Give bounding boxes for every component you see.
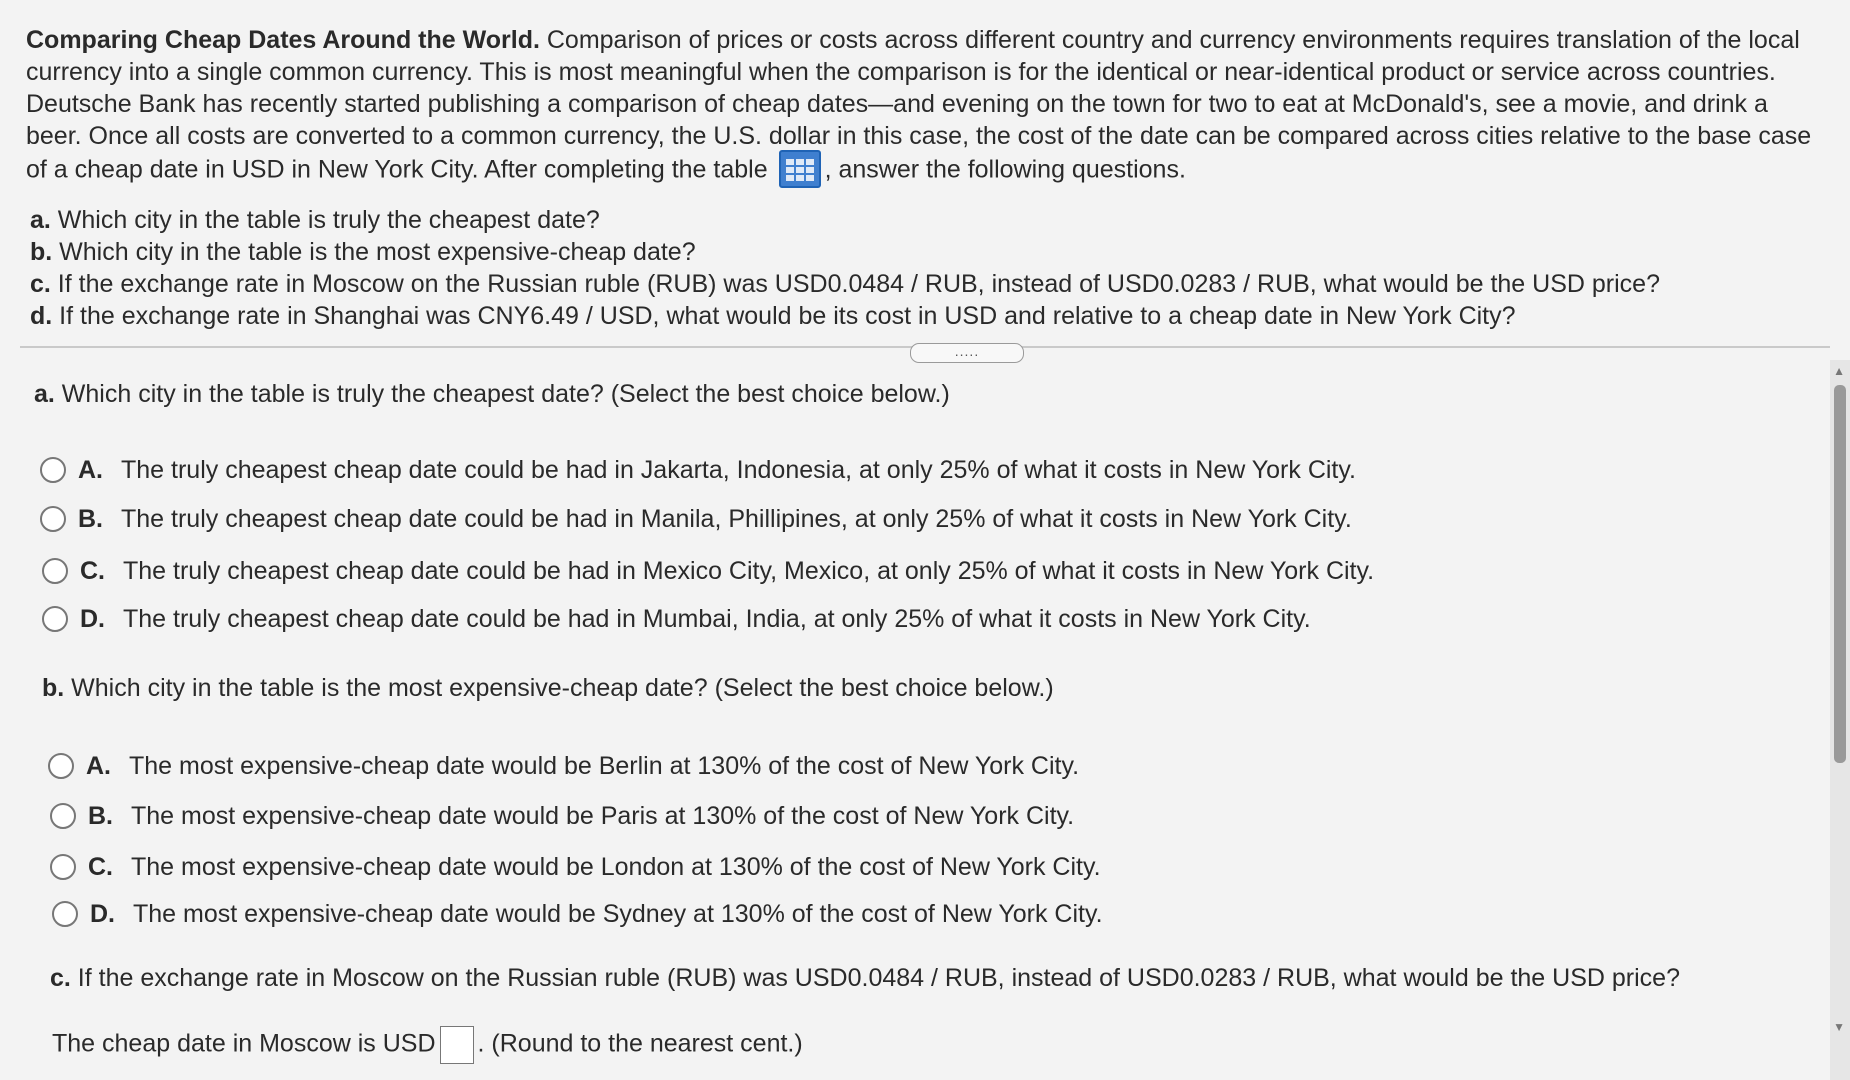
radio-button[interactable] — [42, 558, 68, 584]
radio-button[interactable] — [50, 854, 76, 880]
part-a-option-a[interactable]: A. The truly cheapest cheap date could b… — [40, 454, 1356, 486]
part-a-option-c[interactable]: C. The truly cheapest cheap date could b… — [42, 555, 1374, 587]
part-c-question: c. If the exchange rate in Moscow on the… — [50, 964, 1680, 992]
part-b-question: b. Which city in the table is the most e… — [42, 674, 1054, 702]
part-a-option-b[interactable]: B. The truly cheapest cheap date could b… — [40, 503, 1352, 535]
radio-button[interactable] — [50, 803, 76, 829]
part-a-option-d[interactable]: D. The truly cheapest cheap date could b… — [42, 603, 1311, 635]
scroll-down-arrow-icon[interactable]: ▼ — [1833, 1020, 1845, 1034]
part-a-question: a. Which city in the table is truly the … — [34, 380, 950, 408]
scroll-up-arrow-icon[interactable]: ▲ — [1833, 364, 1845, 378]
problem-text-end: , answer the following questions. — [824, 155, 1186, 184]
table-icon[interactable] — [778, 150, 821, 188]
part-b-option-d[interactable]: D. The most expensive-cheap date would b… — [52, 898, 1103, 930]
radio-button[interactable] — [48, 753, 74, 779]
moscow-usd-answer-input[interactable] — [439, 1026, 474, 1064]
problem-title: Comparing Cheap Dates Around the World. — [26, 26, 540, 54]
scrollbar-thumb[interactable] — [1834, 385, 1846, 763]
problem-intro: Comparing Cheap Dates Around the World. … — [26, 24, 1826, 190]
part-b-option-b[interactable]: B. The most expensive-cheap date would b… — [50, 800, 1074, 832]
question-item: a. Which city in the table is truly the … — [30, 206, 600, 234]
part-b-option-a[interactable]: A. The most expensive-cheap date would b… — [48, 750, 1079, 782]
radio-button[interactable] — [42, 606, 68, 632]
part-b-option-c[interactable]: C. The most expensive-cheap date would b… — [50, 851, 1101, 883]
question-list: a. Which city in the table is truly the … — [30, 204, 1660, 332]
part-c-answer-row: The cheap date in Moscow is USD. (Round … — [52, 1026, 803, 1064]
radio-button[interactable] — [52, 901, 78, 927]
question-item: c. If the exchange rate in Moscow on the… — [30, 270, 1660, 298]
question-page: Comparing Cheap Dates Around the World. … — [0, 0, 1830, 1080]
expand-more-button[interactable]: ..... — [910, 343, 1024, 363]
question-item: d. If the exchange rate in Shanghai was … — [30, 302, 1516, 330]
radio-button[interactable] — [40, 457, 66, 483]
question-item: b. Which city in the table is the most e… — [30, 238, 696, 266]
radio-button[interactable] — [40, 506, 66, 532]
